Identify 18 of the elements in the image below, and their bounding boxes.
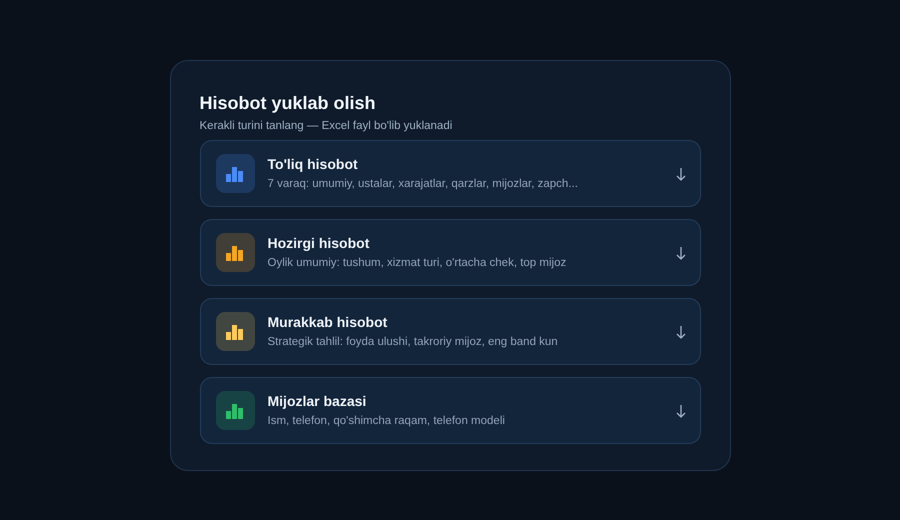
option-title: To'liq hisobot (268, 155, 359, 173)
report-option[interactable]: Hozirgi hisobot Oylik umumiy: tushum, xizmat turi, o'rtacha chek, top mijoz (200, 219, 700, 286)
report-option[interactable]: Mijozlar bazasi Ism, telefon, qo'shimcha raqam, telefon modeli (200, 377, 700, 444)
dialog-subtitle: Kerakli turini tanlang — Excel fayl bo'lib yuklanadi (200, 119, 454, 134)
option-description: Ism, telefon, qo'shimcha raqam, telefon modeli (268, 414, 506, 429)
download-icon (676, 246, 686, 260)
report-option[interactable]: Murakkab hisobot Strategik tahlil: foyda ulushi, takroriy mijoz, eng band kun (200, 298, 700, 365)
download-icon (676, 404, 686, 418)
dialog-title: Hisobot yuklab olish (200, 92, 377, 115)
option-description: Oylik umumiy: tushum, xizmat turi, o'rtacha chek, top mijoz (268, 256, 568, 271)
download-icon (676, 324, 686, 338)
download-icon (676, 166, 686, 180)
option-title: Mijozlar bazasi (268, 392, 368, 410)
option-description: Strategik tahlil: foyda ulushi, takroriy mijoz, eng band kun (268, 335, 559, 350)
option-title: Hozirgi hisobot (268, 234, 370, 252)
report-option[interactable]: To'liq hisobot 7 varaq: umumiy, ustalar, xarajatlar, qarzlar, mijozlar, zapch... (200, 140, 700, 207)
option-title: Murakkab hisobot (268, 313, 388, 331)
option-description: 7 varaq: umumiy, ustalar, xarajatlar, qarzlar, mijozlar, zapch... (268, 177, 579, 192)
